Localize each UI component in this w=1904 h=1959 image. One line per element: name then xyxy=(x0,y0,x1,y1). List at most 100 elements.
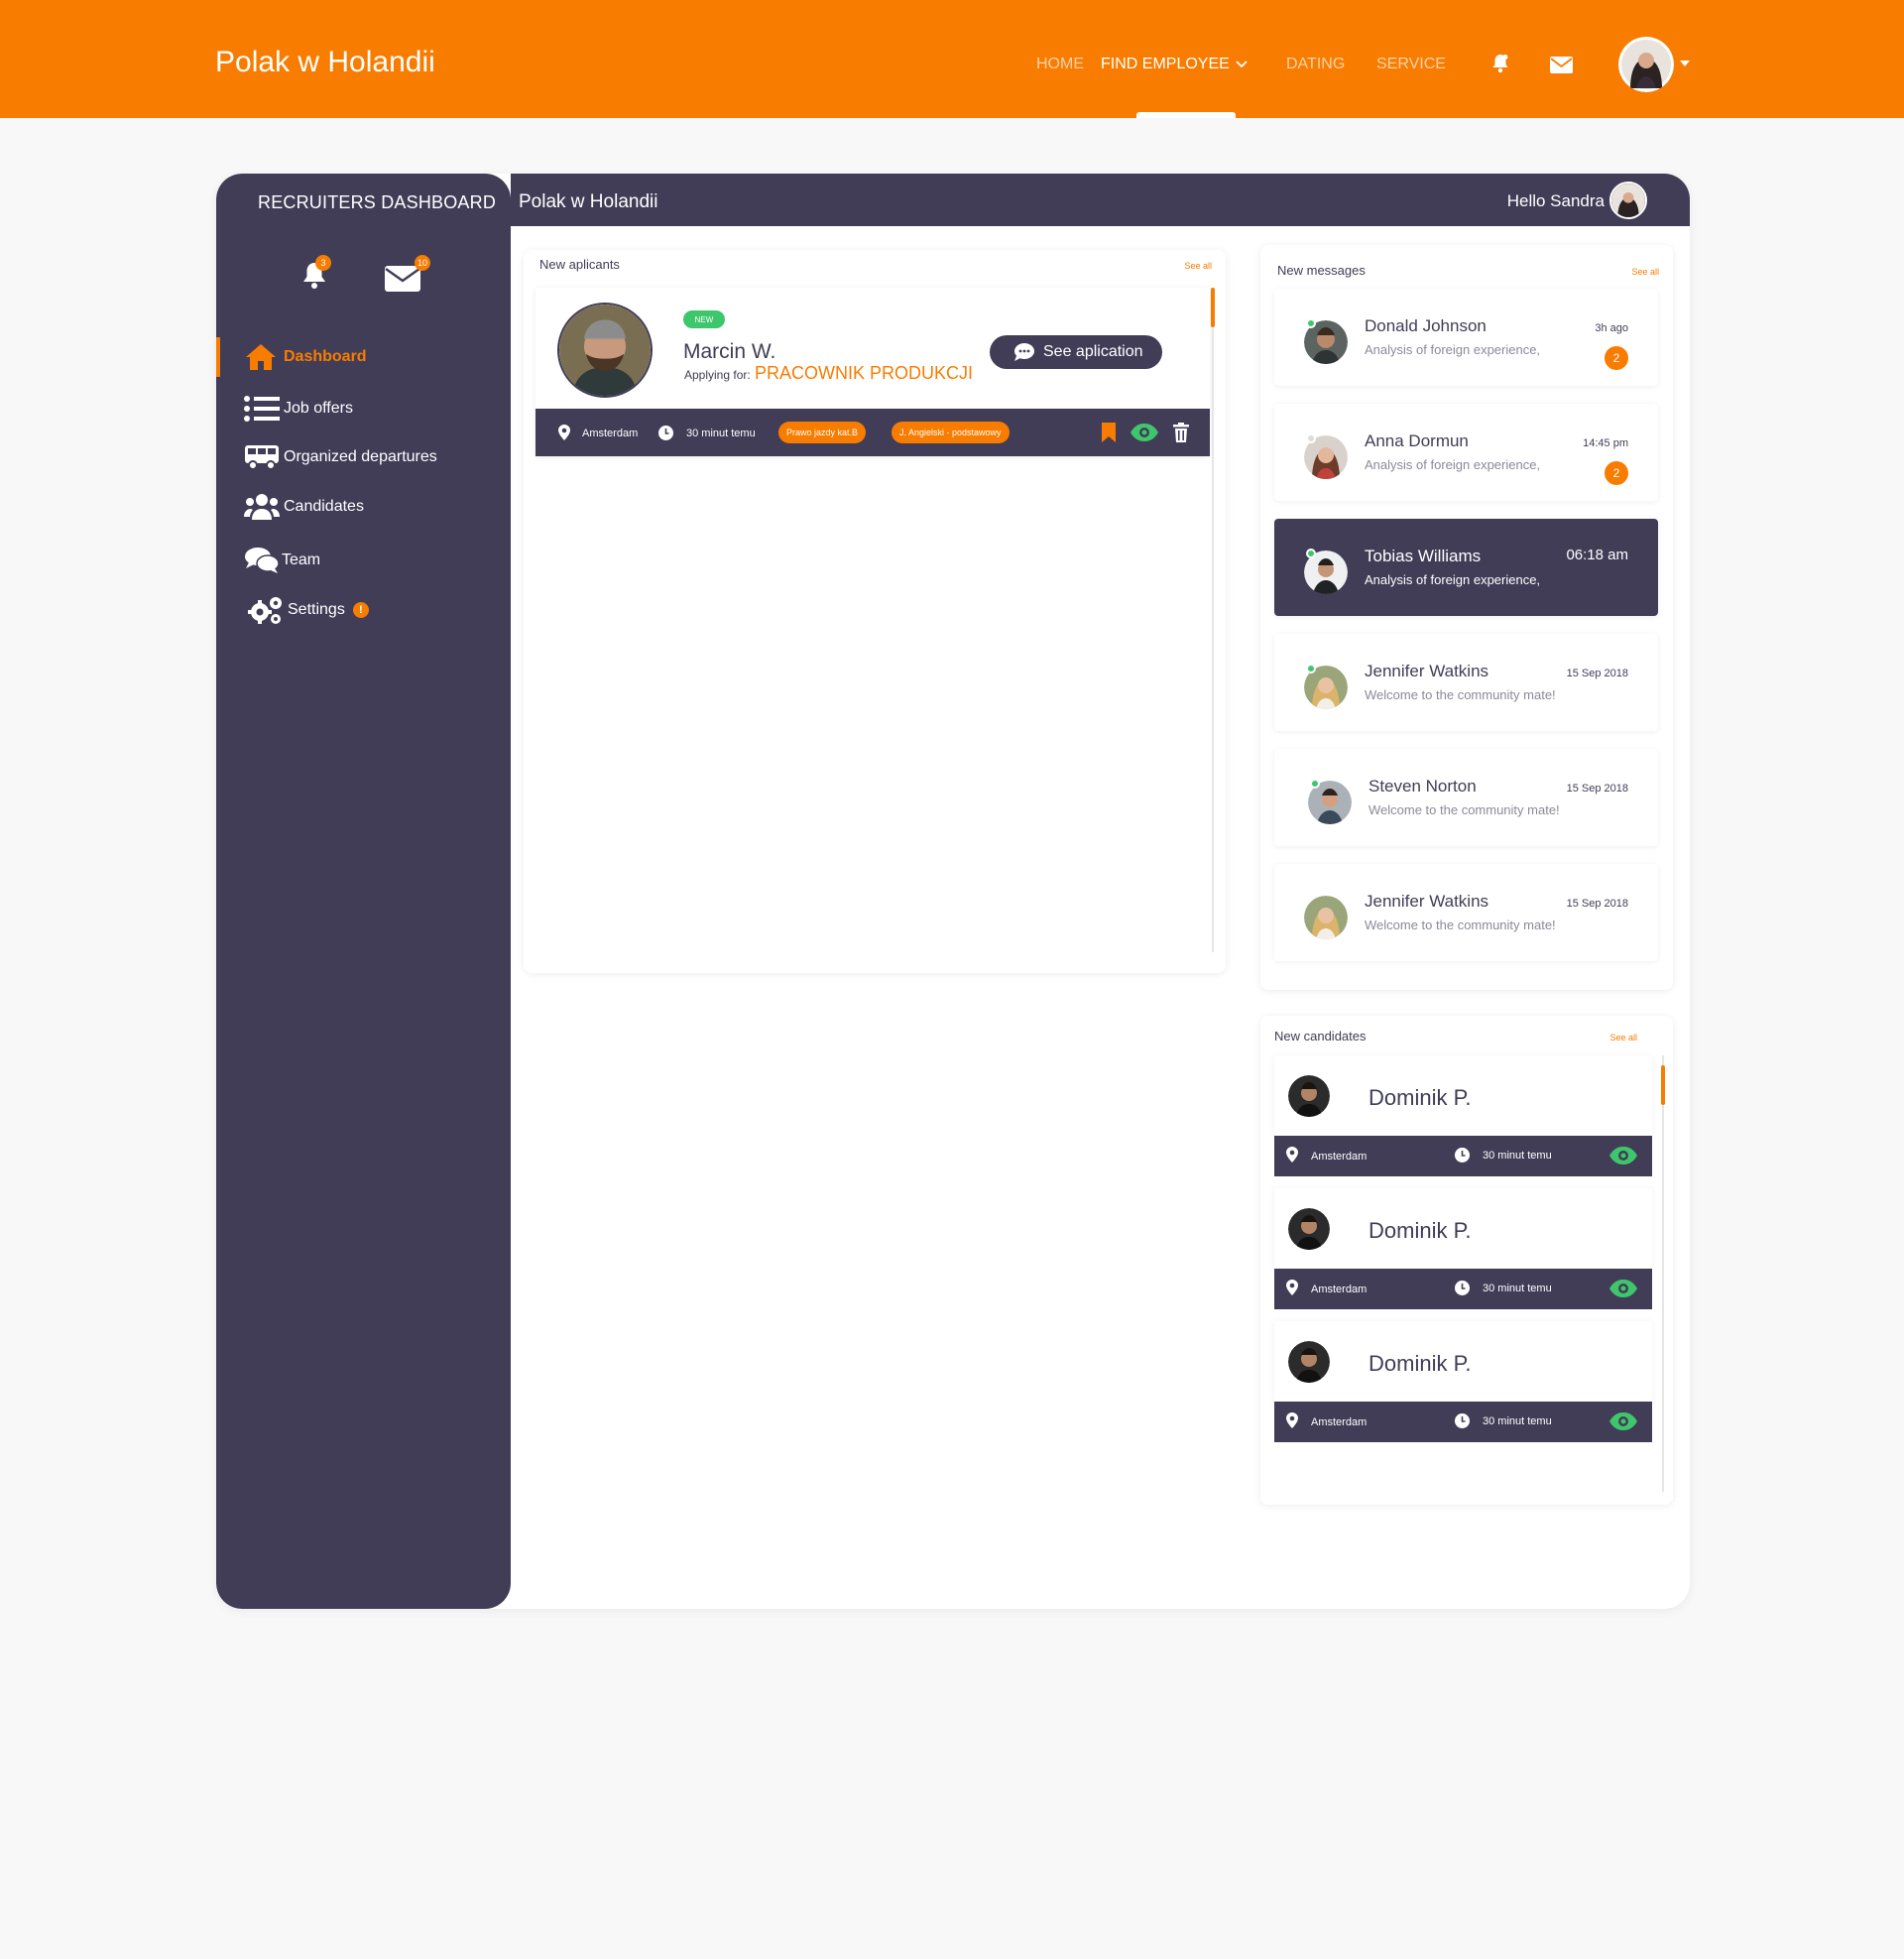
message-item-anna-dormun[interactable]: Anna Dormun Analysis of foreign experien… xyxy=(1274,404,1658,501)
new-messages-panel: New messages See all Donald Johnson Anal… xyxy=(1260,245,1673,990)
sidebar-item-settings[interactable]: Settings ! xyxy=(248,595,369,625)
bell-icon[interactable] xyxy=(1491,54,1509,73)
message-item-tobias-williams[interactable]: Tobias Williams Analysis of foreign expe… xyxy=(1274,519,1658,616)
message-preview: Analysis of foreign experience, xyxy=(1365,457,1541,472)
unread-count-badge: 2 xyxy=(1605,346,1628,370)
offline-status-dot xyxy=(1306,433,1316,443)
message-time: 14:45 pm xyxy=(1583,437,1628,449)
top-navbar: Polak w Holandii HOME FIND EMPLOYEE DATI… xyxy=(0,0,1904,118)
clock-icon xyxy=(1455,1148,1470,1163)
panel-title: New candidates xyxy=(1274,1029,1367,1043)
online-status-dot xyxy=(1310,779,1320,789)
clock-icon xyxy=(1455,1281,1470,1295)
nav-home[interactable]: HOME xyxy=(1036,56,1084,73)
candidate-footer: Amsterdam 30 minut temu xyxy=(1274,1269,1652,1309)
applied-job-title[interactable]: PRACOWNIK PRODUKCJI xyxy=(755,363,973,384)
mail-icon[interactable] xyxy=(385,266,420,292)
eye-icon[interactable] xyxy=(1130,424,1159,441)
cogs-icon xyxy=(248,597,282,624)
candidate-avatar[interactable] xyxy=(1288,1075,1330,1117)
caret-down-icon[interactable] xyxy=(1680,61,1690,66)
see-application-button[interactable]: See aplication xyxy=(990,335,1162,369)
applicant-name[interactable]: Marcin W. xyxy=(683,340,775,364)
skill-tag: J. Angielski - podstawowy xyxy=(892,422,1010,443)
candidate-name[interactable]: Dominik P. xyxy=(1368,1085,1472,1111)
mail-icon[interactable] xyxy=(1550,57,1573,73)
list-icon xyxy=(244,396,280,422)
nav-find-employee[interactable]: FIND EMPLOYEE xyxy=(1101,56,1248,73)
sidebar: RECRUITERS DASHBOARD 3 10 Dashboard Job … xyxy=(216,174,511,1609)
candidate-card: Dominik P. Amsterdam 30 minut temu xyxy=(1274,1188,1652,1309)
candidate-name[interactable]: Dominik P. xyxy=(1368,1351,1472,1377)
applicant-card: NEW Marcin W. Applying for: PRACOWNIK PR… xyxy=(536,288,1210,456)
trash-icon[interactable] xyxy=(1173,423,1189,442)
sidebar-title: RECRUITERS DASHBOARD xyxy=(258,192,497,212)
see-all-link[interactable]: See all xyxy=(1631,267,1659,277)
nav-dating[interactable]: DATING xyxy=(1286,56,1345,73)
candidate-avatar[interactable] xyxy=(1288,1341,1330,1383)
candidate-location: Amsterdam xyxy=(1311,1284,1368,1295)
applying-label: Applying for: xyxy=(684,368,751,382)
new-candidates-panel: New candidates See all Dominik P. Amster… xyxy=(1260,1016,1673,1505)
message-preview: Welcome to the community mate! xyxy=(1368,802,1560,817)
eye-icon[interactable] xyxy=(1608,1280,1638,1297)
candidate-card-top: Dominik P. xyxy=(1274,1055,1652,1136)
sidebar-item-organized-departures[interactable]: Organized departures xyxy=(244,444,437,470)
sidebar-item-label: Organized departures xyxy=(284,448,437,465)
location-pin-icon xyxy=(558,425,570,440)
candidate-location: Amsterdam xyxy=(1311,1416,1368,1428)
comments-icon xyxy=(245,548,280,573)
applicants-scrollbar[interactable] xyxy=(1212,288,1214,952)
clock-icon xyxy=(1455,1413,1470,1428)
see-all-link[interactable]: See all xyxy=(1184,261,1212,271)
sidebar-item-dashboard[interactable]: Dashboard xyxy=(244,342,367,372)
bookmark-icon[interactable] xyxy=(1101,423,1117,442)
applicants-scroll-thumb[interactable] xyxy=(1211,288,1215,327)
online-status-dot xyxy=(1306,549,1316,558)
message-sender: Anna Dormun xyxy=(1365,431,1469,450)
sidebar-item-candidates[interactable]: Candidates xyxy=(244,493,364,521)
dashboard-header: Polak w Holandii Hello Sandra xyxy=(511,174,1690,226)
candidates-scroll-thumb[interactable] xyxy=(1661,1065,1665,1105)
nav-active-indicator xyxy=(1136,112,1236,118)
location-pin-icon xyxy=(1286,1412,1298,1428)
eye-icon[interactable] xyxy=(1608,1412,1638,1430)
message-preview: Welcome to the community mate! xyxy=(1365,687,1556,702)
candidate-card: Dominik P. Amsterdam 30 minut temu xyxy=(1274,1321,1652,1442)
applicant-avatar[interactable] xyxy=(557,303,653,398)
header-avatar[interactable] xyxy=(1609,182,1647,219)
applicant-footer: Amsterdam 30 minut temu Prawo jazdy kat.… xyxy=(536,409,1210,456)
sidebar-item-job-offers[interactable]: Job offers xyxy=(244,395,353,423)
message-item-steven-norton[interactable]: Steven Norton Welcome to the community m… xyxy=(1274,749,1658,846)
panel-title: New messages xyxy=(1277,263,1366,278)
see-all-link[interactable]: See all xyxy=(1609,1033,1637,1042)
clock-icon xyxy=(658,426,673,440)
message-time: 3h ago xyxy=(1595,322,1628,334)
candidates-scrollbar[interactable] xyxy=(1662,1055,1664,1492)
message-item-donald-johnson[interactable]: Donald Johnson Analysis of foreign exper… xyxy=(1274,289,1658,386)
candidate-footer: Amsterdam 30 minut temu xyxy=(1274,1136,1652,1176)
message-sender: Jennifer Watkins xyxy=(1365,892,1489,911)
candidate-card-top: Dominik P. xyxy=(1274,1321,1652,1402)
nav-service[interactable]: SERVICE xyxy=(1376,56,1446,73)
brand-logo-text[interactable]: Polak w Holandii xyxy=(215,46,435,79)
message-item-jennifer-watkins[interactable]: Jennifer Watkins Welcome to the communit… xyxy=(1274,634,1658,731)
candidate-footer: Amsterdam 30 minut temu xyxy=(1274,1402,1652,1442)
message-item-jennifer-watkins-2[interactable]: Jennifer Watkins Welcome to the communit… xyxy=(1274,864,1658,961)
home-icon xyxy=(246,344,276,370)
applicant-location: Amsterdam xyxy=(582,428,639,439)
online-status-dot xyxy=(1306,664,1316,673)
message-preview: Analysis of foreign experience, xyxy=(1365,572,1541,587)
user-avatar[interactable] xyxy=(1618,37,1674,92)
candidate-avatar[interactable] xyxy=(1288,1208,1330,1250)
location-pin-icon xyxy=(1286,1280,1298,1295)
message-preview: Analysis of foreign experience, xyxy=(1365,342,1541,357)
eye-icon[interactable] xyxy=(1608,1147,1638,1164)
candidate-name[interactable]: Dominik P. xyxy=(1368,1218,1472,1244)
candidate-time: 30 minut temu xyxy=(1483,1415,1552,1427)
header-title: Polak w Holandii xyxy=(519,191,658,212)
location-pin-icon xyxy=(1286,1147,1298,1163)
see-application-label: See aplication xyxy=(1043,343,1143,360)
sidebar-item-team[interactable]: Team xyxy=(244,546,320,575)
message-avatar xyxy=(1304,896,1348,939)
